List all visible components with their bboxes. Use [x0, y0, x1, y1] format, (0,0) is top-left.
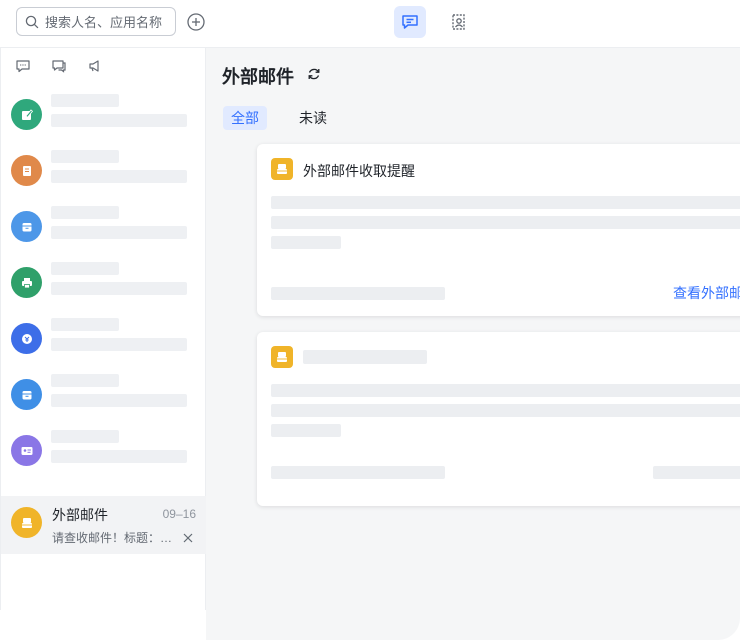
- add-icon[interactable]: [186, 12, 206, 32]
- mail-reminder-card[interactable]: 外部邮件收取提醒 查看外部邮: [257, 144, 740, 316]
- placeholder-line: [51, 430, 119, 443]
- message-filter-icon[interactable]: [15, 58, 31, 74]
- app-avatar-finance: [11, 323, 42, 354]
- id-card-icon: [20, 444, 34, 458]
- search-input[interactable]: 搜索人名、应用名称: [16, 7, 176, 36]
- placeholder-line: [271, 466, 445, 479]
- app-avatar-archive: [11, 379, 42, 410]
- placeholder-line: [51, 282, 187, 295]
- app-avatar-document: [11, 155, 42, 186]
- placeholder-line: [51, 94, 119, 107]
- close-icon[interactable]: [182, 531, 194, 543]
- list-item[interactable]: [1, 256, 206, 312]
- top-bar: 搜索人名、应用名称: [0, 0, 740, 48]
- app-avatar-print: [11, 267, 42, 298]
- tab-unread[interactable]: 未读: [291, 106, 335, 130]
- chat-icon: [400, 12, 420, 32]
- view-external-mail-link[interactable]: 查看外部邮: [673, 283, 740, 303]
- mail-icon: [20, 516, 34, 530]
- placeholder-line: [271, 236, 341, 249]
- app-avatar-approval: [11, 99, 42, 130]
- mail-avatar: [11, 507, 42, 538]
- app-avatar-card: [11, 435, 42, 466]
- placeholder-line: [51, 206, 119, 219]
- search-icon: [25, 15, 39, 29]
- placeholder-line: [271, 384, 740, 397]
- box-icon: [20, 220, 34, 234]
- announcement-icon[interactable]: [87, 58, 103, 74]
- list-item[interactable]: [1, 424, 206, 480]
- conversation-title: 外部邮件: [52, 507, 108, 523]
- conversation-time: 09–16: [162, 507, 196, 521]
- conversation-sidebar: 外部邮件 09–16 请查收邮件！标题：…: [0, 48, 206, 610]
- list-item[interactable]: [1, 312, 206, 368]
- refresh-icon[interactable]: [306, 66, 322, 82]
- placeholder-line: [51, 374, 119, 387]
- contacts-tab-button[interactable]: [442, 6, 474, 38]
- conversation-preview: 请查收邮件！标题：…: [52, 531, 173, 545]
- placeholder-line: [51, 262, 119, 275]
- mail-icon: [271, 346, 293, 368]
- page-title: 外部邮件: [222, 67, 294, 87]
- coin-icon: [20, 332, 34, 346]
- placeholder-line: [51, 114, 187, 127]
- edit-icon: [20, 108, 34, 122]
- placeholder-line: [51, 150, 119, 163]
- placeholder-line: [271, 424, 341, 437]
- list-item-external-mail[interactable]: 外部邮件 09–16 请查收邮件！标题：…: [1, 496, 206, 554]
- list-item[interactable]: [1, 368, 206, 424]
- printer-icon: [20, 276, 34, 290]
- placeholder-line: [271, 404, 740, 417]
- list-item[interactable]: [1, 144, 206, 200]
- placeholder-line: [271, 216, 740, 229]
- placeholder-line: [51, 170, 187, 183]
- archive-icon: [20, 388, 34, 402]
- group-chat-icon[interactable]: [51, 58, 67, 74]
- tab-all[interactable]: 全部: [223, 106, 267, 130]
- contacts-book-icon: [448, 12, 468, 32]
- app-window: 搜索人名、应用名称 外部邮件 09–16 请查收邮件！标题：… 外部邮件 全部 …: [0, 0, 740, 640]
- app-avatar-box: [11, 211, 42, 242]
- list-item[interactable]: [1, 88, 206, 144]
- placeholder-line: [51, 338, 187, 351]
- placeholder-line: [271, 196, 740, 209]
- mail-icon: [271, 158, 293, 180]
- list-item[interactable]: [1, 200, 206, 256]
- main-panel: 外部邮件 全部 未读 外部邮件收取提醒 查看外部邮: [206, 48, 740, 640]
- placeholder-line: [653, 466, 740, 479]
- placeholder-line: [51, 450, 187, 463]
- filter-toolbar: [15, 58, 103, 74]
- placeholder-title: [303, 350, 427, 364]
- placeholder-line: [51, 394, 187, 407]
- search-placeholder: 搜索人名、应用名称: [45, 15, 163, 30]
- messages-tab-button[interactable]: [394, 6, 426, 38]
- document-icon: [20, 164, 34, 178]
- placeholder-line: [51, 318, 119, 331]
- card-title: 外部邮件收取提醒: [303, 163, 415, 179]
- placeholder-line: [51, 226, 187, 239]
- mail-card[interactable]: [257, 332, 740, 506]
- placeholder-line: [271, 287, 445, 300]
